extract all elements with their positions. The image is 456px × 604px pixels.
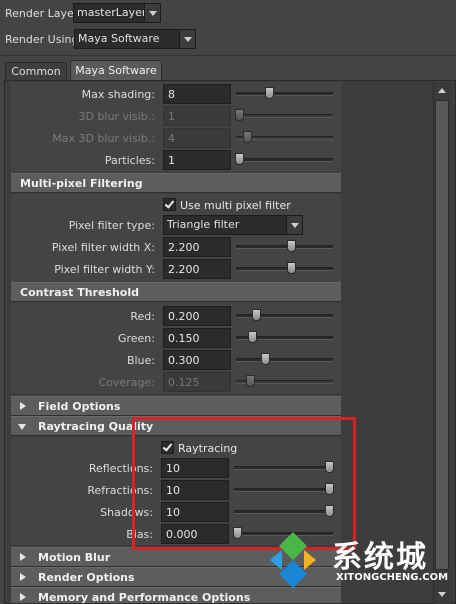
pixel-filter-width-x-slider-track[interactable]	[236, 245, 333, 249]
max-3d-blur-visib-label: Max 3D blur visib.:	[52, 132, 155, 145]
render-options-title: Render Options	[38, 571, 135, 584]
expand-arrow-icon	[20, 573, 26, 581]
pixel-filter-width-y-slider-track[interactable]	[236, 267, 333, 271]
blue-slider-track[interactable]	[236, 358, 333, 362]
max-shading-field[interactable]: 8	[163, 84, 231, 104]
pixel-filter-width-y-label: Pixel filter width Y:	[54, 263, 155, 276]
scroll-up-button[interactable]	[434, 83, 450, 99]
divider	[0, 55, 456, 56]
field-options-title: Field Options	[38, 400, 121, 413]
section-header-multi-pixel-filtering[interactable]: Multi-pixel Filtering	[11, 173, 341, 193]
coverage-slider-handle	[246, 375, 255, 387]
particles-slider-track[interactable]	[236, 158, 333, 162]
max-3d-blur-visib-field: 4	[163, 128, 231, 148]
use-multi-pixel-filter-checkbox[interactable]	[163, 198, 176, 211]
3d-blur-visib-slider-handle	[235, 109, 244, 121]
max-shading-slider-track[interactable]	[236, 92, 333, 96]
pixel-filter-width-x-slider-handle[interactable]	[287, 240, 296, 252]
max-shading-label: Max shading:	[81, 88, 155, 101]
red-slider-handle[interactable]	[252, 309, 261, 321]
render-using-value: Maya Software	[78, 32, 160, 45]
pixel-filter-width-y-field[interactable]: 2.200	[163, 259, 231, 279]
render-layer-label: Render Layer	[5, 7, 79, 20]
particles-field[interactable]: 1	[163, 150, 231, 170]
use-multi-pixel-filter-label: Use multi pixel filter	[180, 199, 291, 212]
pixel-filter-type-value: Triangle filter	[167, 218, 240, 231]
section-header-contrast-threshold[interactable]: Contrast Threshold	[11, 282, 341, 302]
watermark: 系统城 XITONGCHENG.COM	[262, 528, 456, 594]
motion-blur-title: Motion Blur	[38, 551, 111, 564]
coverage-label: Coverage:	[98, 376, 155, 389]
multi-pixel-filtering-title: Multi-pixel Filtering	[20, 177, 143, 190]
green-label: Green:	[117, 332, 155, 345]
particles-label: Particles:	[104, 154, 155, 167]
tab-common[interactable]: Common	[5, 62, 67, 81]
render-using-label: Render Using	[5, 33, 79, 46]
chevron-down-icon	[144, 4, 160, 22]
3d-blur-visib-slider-track	[236, 114, 333, 118]
max-3d-blur-visib-slider-handle	[243, 131, 252, 143]
green-field[interactable]: 0.150	[163, 328, 231, 348]
expand-arrow-icon	[20, 402, 26, 410]
red-label: Red:	[130, 310, 155, 323]
tab-maya-software[interactable]: Maya Software	[70, 60, 162, 81]
section-header-field-options[interactable]: Field Options	[11, 396, 341, 416]
blue-label: Blue:	[126, 354, 155, 367]
render-layer-dropdown[interactable]: masterLayer	[73, 3, 161, 23]
watermark-url: XITONGCHENG.COM	[336, 572, 449, 583]
chevron-down-icon	[286, 216, 302, 234]
chevron-down-icon	[179, 30, 195, 48]
memory-performance-title: Memory and Performance Options	[38, 591, 251, 604]
arrow-up-icon	[438, 88, 446, 93]
render-using-dropdown[interactable]: Maya Software	[74, 29, 196, 49]
particles-slider-handle[interactable]	[235, 153, 244, 165]
max-shading-slider-handle[interactable]	[265, 87, 274, 99]
blue-slider-handle[interactable]	[261, 353, 270, 365]
scrollbar-thumb[interactable]	[435, 100, 449, 570]
pixel-filter-type-dropdown[interactable]: Triangle filter	[163, 215, 303, 235]
tab-common-label: Common	[11, 65, 61, 78]
red-field[interactable]: 0.200	[163, 306, 231, 326]
checkmark-icon	[164, 198, 175, 209]
pixel-filter-width-y-slider-handle[interactable]	[287, 262, 296, 274]
pixel-filter-type-label: Pixel filter type:	[68, 219, 155, 232]
watermark-brand: 系统城	[332, 540, 428, 575]
red-slider-track[interactable]	[236, 314, 333, 318]
pixel-filter-width-x-field[interactable]: 2.200	[163, 237, 231, 257]
watermark-logo-icon	[270, 532, 316, 588]
tab-maya-software-label: Maya Software	[75, 64, 157, 77]
3d-blur-visib-field: 1	[163, 106, 231, 126]
green-slider-handle[interactable]	[248, 331, 257, 343]
3d-blur-visib-label: 3D blur visib.:	[78, 110, 155, 123]
expand-arrow-icon	[20, 553, 26, 561]
collapse-arrow-icon	[18, 424, 26, 430]
contrast-threshold-title: Contrast Threshold	[20, 286, 140, 299]
pixel-filter-width-x-label: Pixel filter width X:	[51, 241, 155, 254]
blue-field[interactable]: 0.300	[163, 350, 231, 370]
coverage-field: 0.125	[163, 372, 231, 392]
render-layer-value: masterLayer	[77, 6, 147, 19]
expand-arrow-icon	[20, 593, 26, 601]
